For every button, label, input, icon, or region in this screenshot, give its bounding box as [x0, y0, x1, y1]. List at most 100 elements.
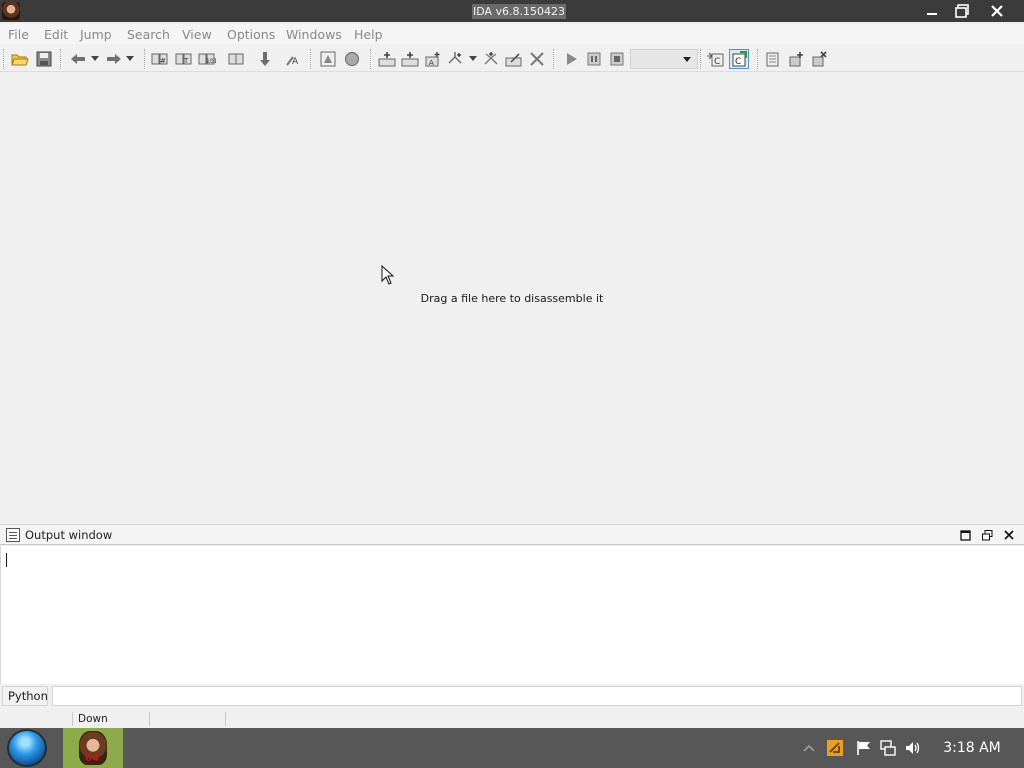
- text-caret: [6, 553, 7, 567]
- toolbar-grip[interactable]: [144, 49, 146, 69]
- graph-icon: [345, 52, 359, 66]
- toolbar-grip[interactable]: [370, 49, 372, 69]
- add-breakpoint-button[interactable]: [787, 49, 807, 69]
- network-icon: [880, 740, 896, 756]
- toolbar-grip[interactable]: [60, 49, 62, 69]
- maximize-icon: [959, 529, 971, 541]
- float-icon: [981, 529, 992, 540]
- chevron-down-icon: [469, 56, 477, 61]
- svg-text:A: A: [429, 59, 434, 67]
- search-bytes-button[interactable]: 101: [197, 49, 217, 69]
- switch-debugger-icon: C: [707, 52, 724, 67]
- toolbar-grip[interactable]: [700, 49, 702, 69]
- output-window-body[interactable]: [0, 546, 1024, 684]
- open-button[interactable]: [10, 49, 30, 69]
- open-icon: [11, 54, 29, 66]
- svg-text:101: 101: [206, 58, 216, 65]
- search-bytes-icon: 101: [198, 53, 216, 65]
- add-data-button[interactable]: [400, 49, 420, 69]
- pause-button[interactable]: [584, 49, 604, 69]
- menu-file[interactable]: File: [8, 27, 29, 42]
- chevron-down-icon: [91, 56, 99, 61]
- switch-debugger-button[interactable]: C: [705, 49, 725, 69]
- ida-tray-icon[interactable]: [827, 740, 843, 756]
- jump-down-button[interactable]: [255, 49, 275, 69]
- network-icon[interactable]: [880, 740, 896, 756]
- add-breakpoint-icon: [789, 52, 803, 67]
- output-float-button[interactable]: [979, 527, 995, 543]
- search-code-icon: T: [175, 53, 192, 65]
- save-button[interactable]: [34, 49, 54, 69]
- stop-button[interactable]: [607, 49, 627, 69]
- menu-jump[interactable]: Jump: [80, 27, 112, 42]
- cli-input[interactable]: [52, 686, 1022, 706]
- back-dropdown[interactable]: [88, 49, 102, 69]
- add-array-button[interactable]: [504, 49, 524, 69]
- options-button[interactable]: [764, 49, 784, 69]
- undefine-icon: [530, 52, 544, 66]
- toolbar-grip[interactable]: [553, 49, 555, 69]
- ida-tray-icon: [827, 740, 843, 756]
- menu-bar: File Edit Jump Search View Options Windo…: [0, 24, 1024, 44]
- flag-icon[interactable]: [856, 740, 872, 756]
- add-struct-dropdown[interactable]: [466, 49, 480, 69]
- taskbar-clock[interactable]: 3:18 AM: [930, 740, 1014, 756]
- restore-button[interactable]: [945, 0, 979, 22]
- graph-button[interactable]: [342, 49, 362, 69]
- close-icon: [1004, 530, 1014, 540]
- chevron-down-icon: [683, 57, 691, 62]
- minimize-icon: [927, 13, 937, 15]
- search-code-button[interactable]: T: [174, 49, 194, 69]
- add-string-button[interactable]: A: [423, 49, 443, 69]
- volume-icon[interactable]: [905, 740, 921, 756]
- ida-badge: 64: [85, 753, 99, 764]
- patch-button[interactable]: A: [284, 49, 304, 69]
- add-struct-button[interactable]: [446, 49, 466, 69]
- show-hidden-icons[interactable]: [801, 740, 817, 756]
- disassembly-workspace[interactable]: Drag a file here to disassemble it: [0, 74, 1024, 520]
- debugger-select[interactable]: [630, 49, 698, 69]
- mouse-pointer-icon: [381, 265, 395, 285]
- output-maximize-button[interactable]: [957, 527, 973, 543]
- undefine-button[interactable]: [527, 49, 547, 69]
- start-orb-icon[interactable]: [7, 729, 47, 767]
- menu-windows[interactable]: Windows: [286, 27, 342, 42]
- close-icon: [991, 5, 1003, 17]
- menu-options[interactable]: Options: [227, 27, 275, 42]
- ida-taskbar-icon[interactable]: 64: [63, 728, 123, 768]
- menu-search[interactable]: Search: [127, 27, 170, 42]
- minimize-button[interactable]: [915, 0, 949, 22]
- output-window-header: Output window: [0, 524, 1024, 545]
- svg-text:C: C: [735, 57, 741, 67]
- ida-icon[interactable]: [2, 2, 20, 20]
- toolbar-grip[interactable]: [757, 49, 759, 69]
- forward-button[interactable]: [104, 49, 124, 69]
- add-code-button[interactable]: [377, 49, 397, 69]
- menu-view[interactable]: View: [182, 27, 212, 42]
- run-button[interactable]: [561, 49, 581, 69]
- view-pseudo-icon: C: [732, 51, 747, 67]
- cli-language-button[interactable]: Python: [2, 686, 48, 706]
- menu-help[interactable]: Help: [354, 27, 383, 42]
- search-next-button[interactable]: [226, 49, 246, 69]
- restore-icon: [955, 4, 969, 18]
- output-close-button[interactable]: [1001, 527, 1017, 543]
- toolbar-grip[interactable]: [310, 49, 312, 69]
- search-text-button[interactable]: #: [150, 49, 170, 69]
- remove-breakpoint-button[interactable]: [810, 49, 830, 69]
- segment-button[interactable]: [318, 49, 338, 69]
- add-data-icon: [401, 52, 419, 67]
- toolbar: # T 101 A A C C: [0, 46, 1024, 72]
- status-divider: [149, 712, 150, 726]
- search-text-icon: #: [151, 53, 168, 65]
- add-enum-button[interactable]: [481, 49, 501, 69]
- svg-text:T: T: [183, 57, 189, 65]
- svg-text:#: #: [160, 57, 166, 65]
- toolbar-grip[interactable]: [3, 49, 5, 69]
- menu-edit[interactable]: Edit: [44, 27, 68, 42]
- back-button[interactable]: [68, 49, 88, 69]
- view-pseudo-button[interactable]: C: [729, 49, 749, 69]
- close-button[interactable]: [980, 0, 1014, 22]
- patch-icon: A: [286, 56, 299, 67]
- forward-dropdown[interactable]: [123, 49, 137, 69]
